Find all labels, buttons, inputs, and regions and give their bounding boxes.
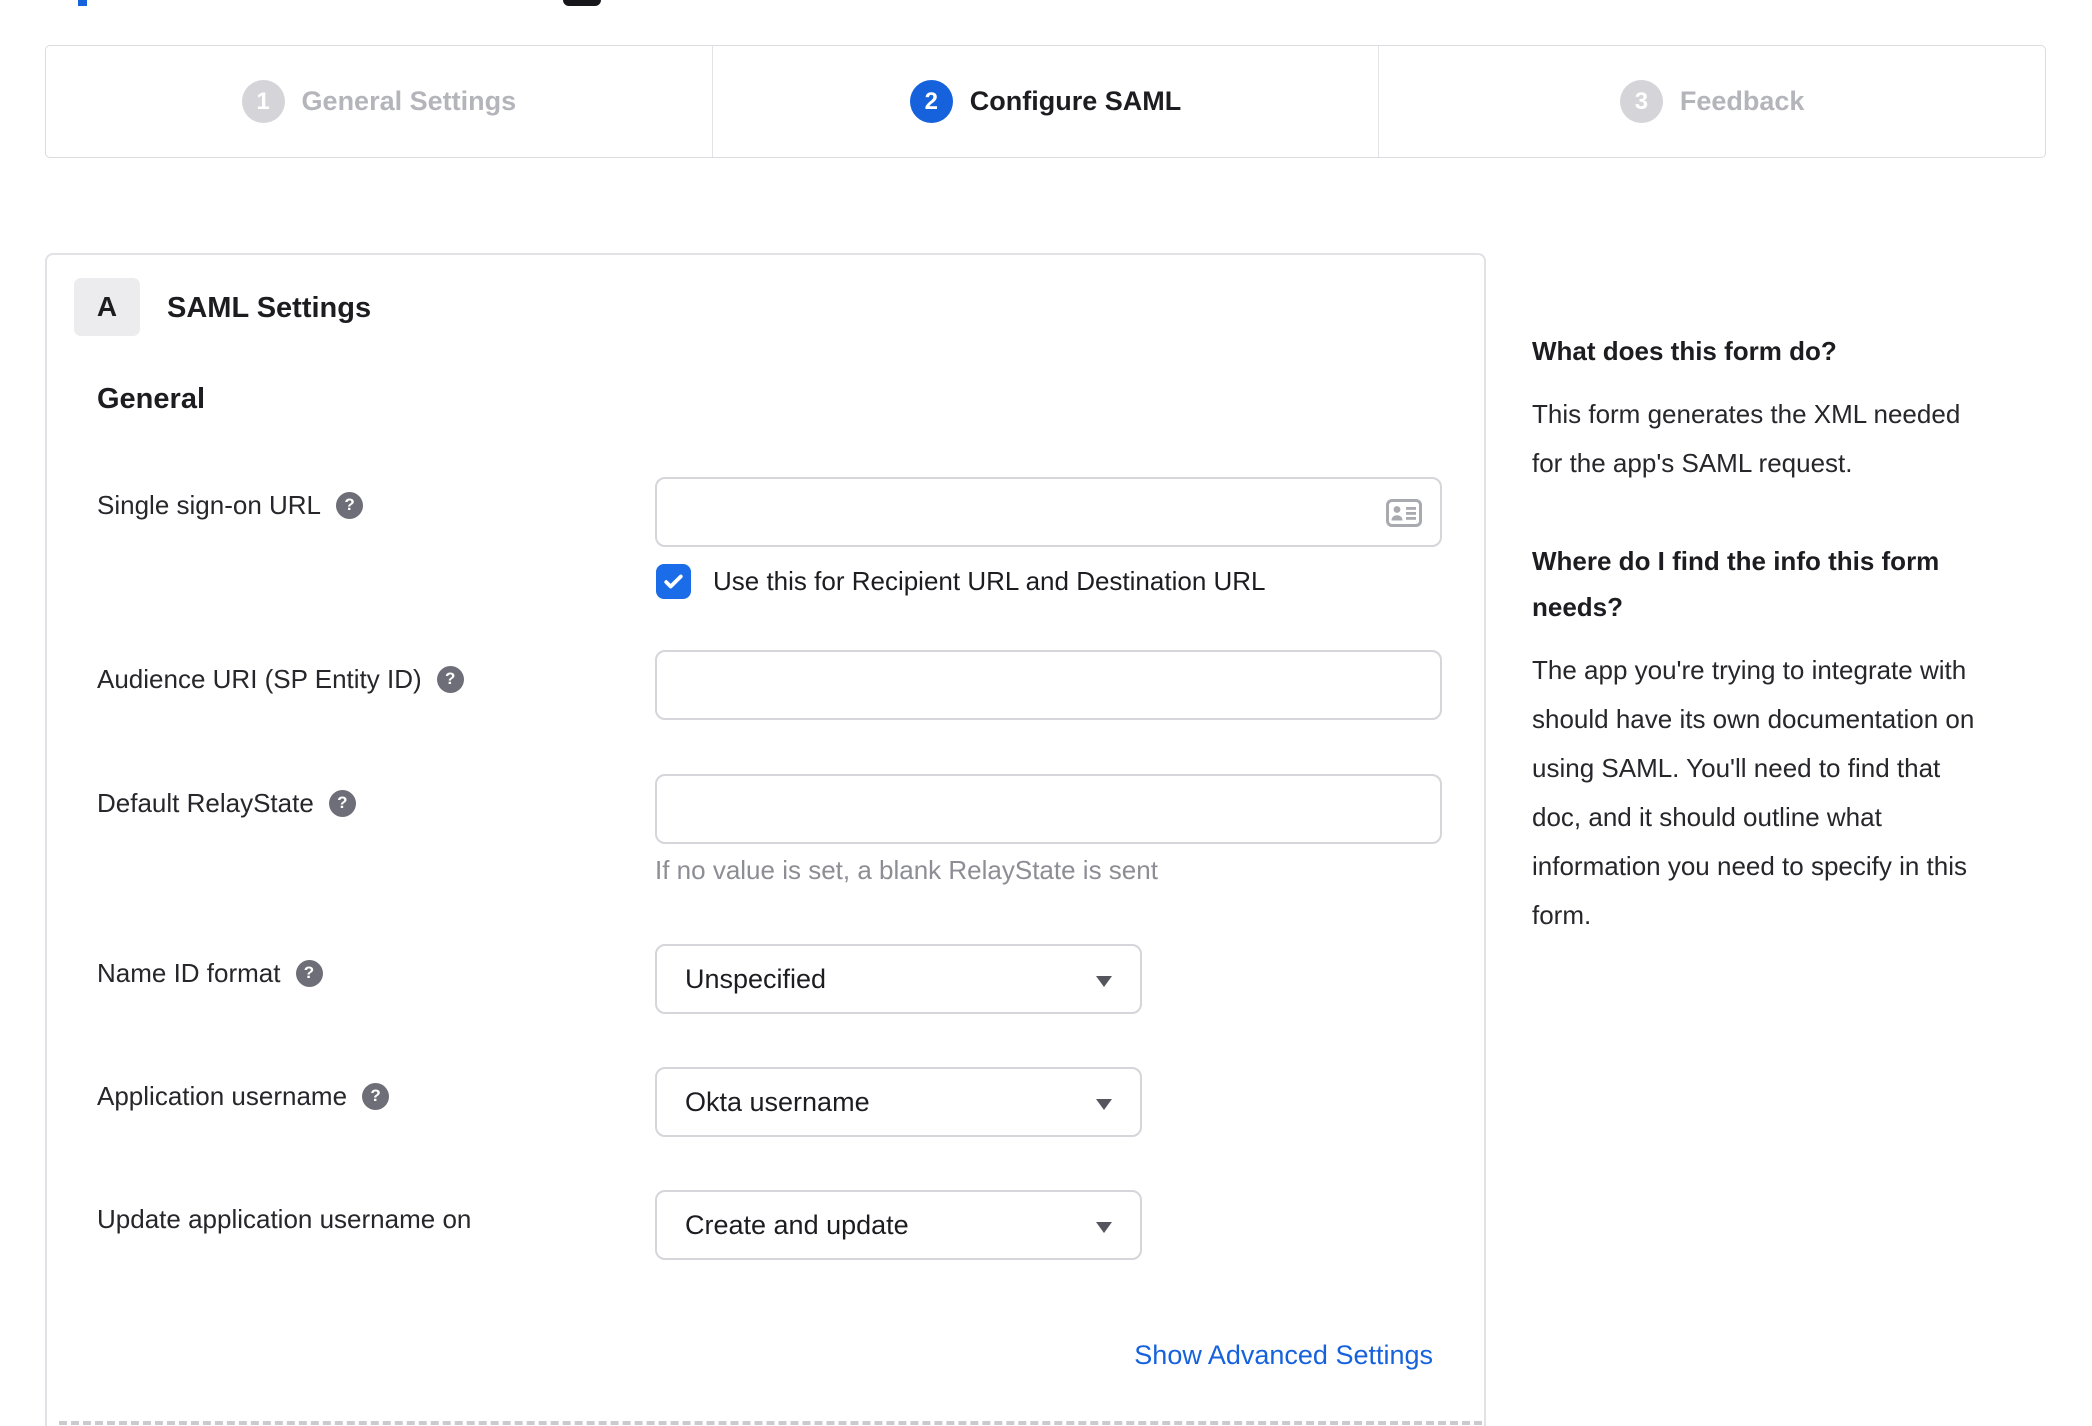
relay-state-control	[655, 774, 1442, 844]
sidebar-body-where: The app you're trying to integrate with s…	[1532, 655, 1975, 930]
audience-uri-control	[655, 650, 1442, 720]
name-id-format-label: Name ID format	[97, 958, 281, 988]
relay-state-helper-text: If no value is set, a blank RelayState i…	[655, 855, 1158, 885]
name-id-format-select[interactable]: Unspecified	[655, 944, 1142, 1014]
app-username-select[interactable]: Okta username	[655, 1067, 1142, 1137]
step-configure-saml[interactable]: 2 Configure SAML	[711, 46, 1379, 157]
panel-title: SAML Settings	[167, 292, 372, 324]
help-icon[interactable]: ?	[436, 665, 464, 693]
step-1-label: General Settings	[301, 86, 517, 116]
sso-url-control	[655, 477, 1442, 547]
sso-url-input[interactable]	[655, 477, 1442, 547]
okta-saml-wizard-screen: 1 General Settings 2 Configure SAML 3 Fe…	[0, 0, 2092, 1426]
step-2-number-badge: 2	[909, 80, 953, 123]
chevron-down-icon	[1096, 976, 1112, 987]
step-2-label: Configure SAML	[969, 86, 1182, 116]
app-username-label: Application username	[97, 1081, 348, 1111]
sidebar-heading-where: Where do I find the info this form needs?	[1532, 546, 1940, 622]
help-icon[interactable]: ?	[295, 959, 323, 987]
sidebar-heading-what: What does this form do?	[1532, 336, 1837, 366]
recipient-url-checkbox-row: Use this for Recipient URL and Destinati…	[656, 564, 1266, 599]
step-1-number-badge: 1	[241, 80, 285, 123]
recipient-url-checkbox[interactable]	[656, 564, 691, 599]
update-username-select[interactable]: Create and update	[655, 1190, 1142, 1260]
audience-uri-label: Audience URI (SP Entity ID)	[97, 664, 422, 694]
chevron-down-icon	[1096, 1222, 1112, 1233]
step-general-settings[interactable]: 1 General Settings	[46, 46, 712, 157]
general-section-title: General	[97, 383, 205, 415]
audience-uri-input[interactable]	[655, 650, 1442, 720]
update-username-control: Create and update	[655, 1190, 1142, 1260]
step-3-number-badge: 3	[1619, 80, 1663, 123]
help-icon[interactable]: ?	[336, 491, 364, 519]
app-username-label-row: Application username ?	[97, 1080, 390, 1112]
section-a-badge: A	[74, 278, 140, 336]
update-username-label-row: Update application username on	[97, 1203, 471, 1235]
name-id-format-control: Unspecified	[655, 944, 1142, 1014]
audience-uri-label-row: Audience URI (SP Entity ID) ?	[97, 663, 464, 695]
step-feedback[interactable]: 3 Feedback	[1378, 46, 2045, 157]
sidebar-body-what: This form generates the XML needed for th…	[1532, 399, 1961, 478]
help-sidebar: What does this form do? This form genera…	[1532, 328, 2037, 990]
clipped-title-fragment	[563, 0, 601, 6]
checkmark-icon	[664, 574, 683, 589]
relay-state-label: Default RelayState	[97, 788, 314, 818]
recipient-url-checkbox-label: Use this for Recipient URL and Destinati…	[713, 566, 1266, 596]
sso-url-label-row: Single sign-on URL ?	[97, 489, 364, 521]
name-id-format-label-row: Name ID format ?	[97, 957, 323, 989]
sso-url-label: Single sign-on URL	[97, 490, 322, 520]
show-advanced-settings-link[interactable]: Show Advanced Settings	[1134, 1340, 1433, 1371]
section-dashed-divider	[59, 1421, 1482, 1425]
update-username-label: Update application username on	[97, 1204, 472, 1234]
app-username-value: Okta username	[685, 1086, 870, 1117]
name-id-format-value: Unspecified	[685, 963, 827, 994]
saml-settings-panel: A SAML Settings General Single sign-on U…	[45, 253, 1486, 1426]
update-username-value: Create and update	[685, 1209, 909, 1240]
app-username-control: Okta username	[655, 1067, 1142, 1137]
step-3-label: Feedback	[1679, 86, 1805, 116]
chevron-down-icon	[1096, 1099, 1112, 1110]
relay-state-input[interactable]	[655, 774, 1442, 844]
wizard-stepper: 1 General Settings 2 Configure SAML 3 Fe…	[45, 45, 2046, 158]
help-icon[interactable]: ?	[328, 789, 356, 817]
relay-state-label-row: Default RelayState ?	[97, 787, 356, 819]
help-icon[interactable]: ?	[362, 1082, 390, 1110]
clipped-logo-fragment	[78, 0, 87, 6]
